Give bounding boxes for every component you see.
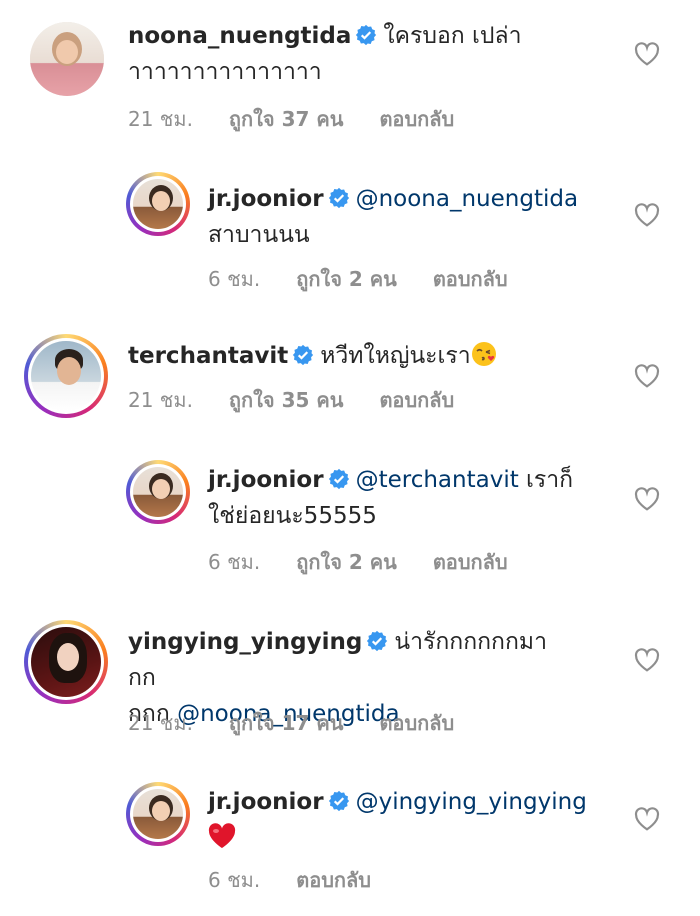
mention-link[interactable]: @terchantavit xyxy=(356,467,519,493)
comment-body-continued: าาาาาาาาาาาาาาา xyxy=(128,59,322,85)
comment-meta: 6 ชม. ตอบกลับ xyxy=(208,864,407,896)
mention-link[interactable]: @noona_nuengtida xyxy=(356,186,578,212)
reply-button[interactable]: ตอบกลับ xyxy=(379,711,454,735)
timestamp: 21 ชม. xyxy=(128,388,193,412)
verified-badge-icon xyxy=(367,630,388,652)
likes-count[interactable]: ถูกใจ 35 คน xyxy=(229,388,344,412)
timestamp: 6 ชม. xyxy=(208,550,261,574)
username[interactable]: jr.joonior xyxy=(208,789,324,815)
username[interactable]: noona_nuengtida xyxy=(128,23,351,49)
like-heart-icon[interactable] xyxy=(634,203,660,227)
like-heart-icon[interactable] xyxy=(634,648,660,672)
like-heart-icon[interactable] xyxy=(634,807,660,831)
username[interactable]: terchantavit xyxy=(128,343,288,369)
avatar[interactable] xyxy=(24,620,108,704)
comment-body: เราก็ xyxy=(518,467,574,493)
comment-meta: 21 ชม. ถูกใจ 17 คน ตอบกลับ xyxy=(128,707,490,739)
verified-badge-icon xyxy=(328,468,349,490)
comment-body-continued: ใช่ย่อยนะ55555 xyxy=(208,503,377,529)
reply-button[interactable]: ตอบกลับ xyxy=(379,388,454,412)
verified-badge-icon xyxy=(293,344,314,366)
comment-text: jr.joonior @yingying_yingying xyxy=(208,784,628,856)
verified-badge-icon xyxy=(328,187,349,209)
comment-text: terchantavit หวีทใหญ่นะเรา xyxy=(128,338,548,374)
comment-meta: 6 ชม. ถูกใจ 2 คน ตอบกลับ xyxy=(208,546,544,578)
reply-button[interactable]: ตอบกลับ xyxy=(296,868,371,892)
kissing-heart-emoji-icon xyxy=(471,342,496,366)
avatar[interactable] xyxy=(126,172,190,236)
avatar[interactable] xyxy=(30,22,104,96)
username[interactable]: jr.joonior xyxy=(208,186,324,212)
comment-meta: 6 ชม. ถูกใจ 2 คน ตอบกลับ xyxy=(208,263,544,295)
verified-badge-icon xyxy=(328,790,349,812)
comment-meta: 21 ชม. ถูกใจ 35 คน ตอบกลับ xyxy=(128,384,490,416)
timestamp: 6 ชม. xyxy=(208,868,261,892)
avatar[interactable] xyxy=(126,460,190,524)
comment-text: jr.joonior @terchantavit เราก็ ใช่ย่อยนะ5… xyxy=(208,462,628,534)
avatar[interactable] xyxy=(126,782,190,846)
red-heart-emoji-icon xyxy=(208,823,236,848)
username[interactable]: yingying_yingying xyxy=(128,629,362,655)
timestamp: 21 ชม. xyxy=(128,107,193,131)
comment-text: noona_nuengtida ใครบอก เปล่า าาาาาาาาาาาา… xyxy=(128,18,548,90)
reply-button[interactable]: ตอบกลับ xyxy=(433,550,508,574)
likes-count[interactable]: ถูกใจ 2 คน xyxy=(296,550,397,574)
reply-button[interactable]: ตอบกลับ xyxy=(379,107,454,131)
likes-count[interactable]: ถูกใจ 17 คน xyxy=(229,711,344,735)
likes-count[interactable]: ถูกใจ 2 คน xyxy=(296,267,397,291)
comment-meta: 21 ชม. ถูกใจ 37 คน ตอบกลับ xyxy=(128,103,490,135)
comment-body: หวีทใหญ่นะเรา xyxy=(320,343,471,369)
like-heart-icon[interactable] xyxy=(634,42,660,66)
mention-link[interactable]: @yingying_yingying xyxy=(356,789,587,815)
verified-badge-icon xyxy=(356,24,377,46)
timestamp: 21 ชม. xyxy=(128,711,193,735)
like-heart-icon[interactable] xyxy=(634,487,660,511)
avatar[interactable] xyxy=(24,334,108,418)
comment-text: jr.joonior @noona_nuengtida สาบานนน xyxy=(208,181,628,253)
reply-button[interactable]: ตอบกลับ xyxy=(433,267,508,291)
comment-body: สาบานนน xyxy=(208,222,310,248)
username[interactable]: jr.joonior xyxy=(208,467,324,493)
like-heart-icon[interactable] xyxy=(634,364,660,388)
likes-count[interactable]: ถูกใจ 37 คน xyxy=(229,107,344,131)
comment-body: ใครบอก เปล่า xyxy=(383,23,522,49)
timestamp: 6 ชม. xyxy=(208,267,261,291)
